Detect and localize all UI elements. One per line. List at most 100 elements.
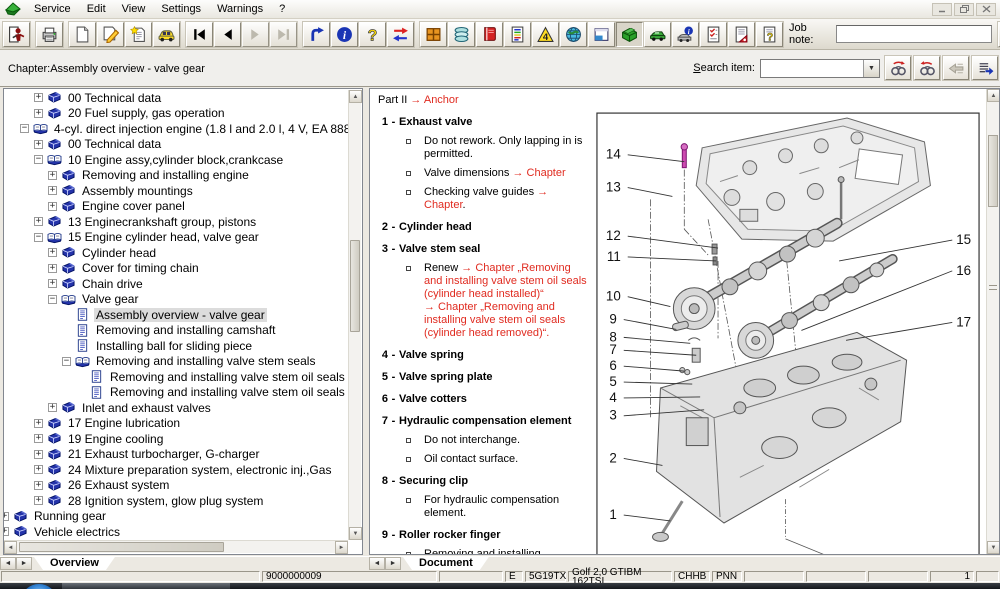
help-button[interactable]: ? (359, 22, 386, 47)
expand-icon[interactable]: + (48, 264, 57, 273)
tree-item[interactable]: +Running gear (4, 509, 348, 525)
expand-icon[interactable]: + (34, 496, 43, 505)
tree-item[interactable]: +Assembly mountings (4, 183, 348, 199)
nav-last-button[interactable] (270, 22, 297, 47)
collapse-icon[interactable]: − (62, 357, 71, 366)
expand-icon[interactable]: + (34, 481, 43, 490)
collapse-icon[interactable]: − (34, 155, 43, 164)
checklist-button[interactable] (700, 22, 727, 47)
tree-item[interactable]: Assembly overview - valve gear (4, 307, 348, 323)
scroll-up-icon[interactable]: ▲ (987, 89, 1000, 102)
expand-icon[interactable]: + (34, 140, 43, 149)
menu-item-warnings[interactable]: Warnings (209, 1, 271, 17)
expand-icon[interactable]: + (48, 171, 57, 180)
goto-list-button[interactable] (972, 56, 998, 80)
expand-icon[interactable]: + (4, 512, 9, 521)
nav-next-button[interactable] (242, 22, 269, 47)
tree-item[interactable]: −Removing and installing valve stem seal… (4, 354, 348, 370)
tree-item[interactable]: Removing and installing camshaft (4, 323, 348, 339)
wiring-list-button[interactable] (504, 22, 531, 47)
tree-item[interactable]: +Inlet and exhaust valves (4, 400, 348, 416)
exit-button[interactable] (3, 22, 30, 47)
tree-item[interactable]: −4-cyl. direct injection engine (1.8 l a… (4, 121, 348, 137)
tree-item[interactable]: +Chain drive (4, 276, 348, 292)
search-combobox[interactable]: ▼ (760, 59, 880, 78)
edit-document-button[interactable] (97, 22, 124, 47)
scrollbar-thumb[interactable] (19, 542, 224, 552)
history-back-button[interactable] (943, 56, 969, 80)
warning-button[interactable]: 4 (532, 22, 559, 47)
new-from-template-button[interactable] (125, 22, 152, 47)
service-stack-button[interactable] (448, 22, 475, 47)
expand-icon[interactable]: + (48, 279, 57, 288)
green-car-button[interactable] (644, 22, 671, 47)
tree-item[interactable]: Installing ball for sliding piece (4, 338, 348, 354)
tree-item[interactable]: +24 Mixture preparation system, electron… (4, 462, 348, 478)
start-button-icon[interactable] (22, 584, 56, 589)
menu-item-settings[interactable]: Settings (153, 1, 209, 17)
scrollbar-thumb[interactable] (988, 135, 998, 207)
tab-scroll-left-icon[interactable]: ◄ (0, 557, 16, 570)
minimize-button[interactable] (932, 3, 952, 16)
document-vertical-scrollbar[interactable]: ▲ ▼ (986, 89, 999, 554)
taskbar-button[interactable] (62, 583, 230, 589)
menu-item-view[interactable]: View (114, 1, 154, 17)
tree-item[interactable]: −10 Engine assy,cylinder block,crankcase (4, 152, 348, 168)
tree-item[interactable]: +19 Engine cooling (4, 431, 348, 447)
scroll-left-icon[interactable]: ◄ (4, 541, 17, 554)
scrollbar-thumb[interactable] (350, 240, 360, 332)
search-next-button[interactable] (885, 56, 911, 80)
tree-item[interactable]: +Vehicle electrics (4, 524, 348, 540)
document-red-button[interactable] (728, 22, 755, 47)
tree-item[interactable]: +Engine cover panel (4, 199, 348, 215)
tree-item[interactable]: Removing and installing valve stem oil s… (4, 385, 348, 401)
collapse-icon[interactable]: − (20, 124, 29, 133)
tree-item[interactable]: +26 Exhaust system (4, 478, 348, 494)
globe-button[interactable] (560, 22, 587, 47)
print-button[interactable] (36, 22, 63, 47)
expand-icon[interactable]: + (48, 403, 57, 412)
tree-item[interactable]: +Removing and installing engine (4, 168, 348, 184)
scroll-down-icon[interactable]: ▼ (349, 527, 362, 540)
expand-icon[interactable]: + (34, 109, 43, 118)
chapter-link[interactable]: → Chapter (512, 167, 565, 179)
scroll-down-icon[interactable]: ▼ (987, 541, 1000, 554)
nav-first-button[interactable] (186, 22, 213, 47)
scroll-right-icon[interactable]: ► (335, 541, 348, 554)
tree-horizontal-scrollbar[interactable]: ◄ ► (4, 540, 348, 553)
tree-item[interactable]: −15 Engine cylinder head, valve gear (4, 230, 348, 246)
tab-scroll-left-icon[interactable]: ◄ (369, 557, 385, 570)
tab-document[interactable]: Document (403, 557, 489, 570)
vehicle-info-button[interactable]: i (672, 22, 699, 47)
nav-prev-button[interactable] (214, 22, 241, 47)
collapse-icon[interactable]: − (34, 233, 43, 242)
window-button[interactable] (588, 22, 615, 47)
tree-item[interactable]: +00 Technical data (4, 137, 348, 153)
combobox-dropdown-icon[interactable]: ▼ (863, 60, 879, 77)
expand-icon[interactable]: + (4, 527, 9, 536)
tab-overview[interactable]: Overview (34, 557, 115, 570)
return-button[interactable] (303, 22, 330, 47)
tree-item[interactable]: −Valve gear (4, 292, 348, 308)
expand-icon[interactable]: + (34, 434, 43, 443)
tab-scroll-right-icon[interactable]: ► (16, 557, 32, 570)
expand-icon[interactable]: + (48, 202, 57, 211)
tree-item[interactable]: +28 Ignition system, glow plug system (4, 493, 348, 509)
tree-item[interactable]: +13 Enginecrankshaft group, pistons (4, 214, 348, 230)
job-note-input[interactable] (836, 25, 992, 43)
info-button[interactable]: i (331, 22, 358, 47)
expand-icon[interactable]: + (34, 450, 43, 459)
restore-button[interactable] (954, 3, 974, 16)
search-prev-button[interactable] (914, 56, 940, 80)
tree-item[interactable]: +21 Exhaust turbocharger, G-charger (4, 447, 348, 463)
vehicle-button[interactable] (153, 22, 180, 47)
menu-item-service[interactable]: Service (26, 1, 79, 17)
menu-item-[interactable]: ? (271, 1, 293, 17)
tree-item[interactable]: +20 Fuel supply, gas operation (4, 106, 348, 122)
swap-button[interactable] (387, 22, 414, 47)
tree-item[interactable]: Removing and installing valve stem oil s… (4, 369, 348, 385)
expand-icon[interactable]: + (34, 465, 43, 474)
expand-icon[interactable]: + (48, 186, 57, 195)
anchor-link[interactable]: → Anchor (410, 94, 458, 106)
tree-item[interactable]: +17 Engine lubrication (4, 416, 348, 432)
